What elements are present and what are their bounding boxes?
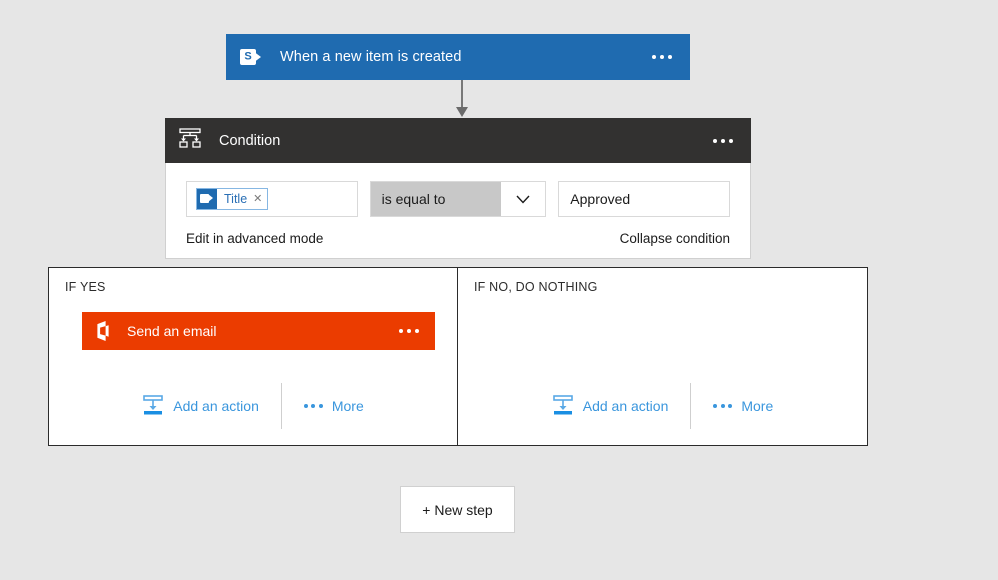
branch-actions: Add an action More — [49, 383, 457, 429]
condition-footer: Edit in advanced mode Collapse condition — [186, 217, 730, 258]
add-an-action-label: Add an action — [582, 398, 669, 414]
condition-title: Condition — [219, 132, 281, 149]
more-label: More — [741, 398, 774, 414]
collapse-condition-link[interactable]: Collapse condition — [620, 231, 730, 246]
ellipsis-icon — [303, 404, 323, 408]
condition-card: Condition Title ✕ is equal to Approved E… — [165, 118, 751, 259]
branch-title: IF NO, DO NOTHING — [474, 280, 598, 294]
branch-if-no: IF NO, DO NOTHING Add an action More — [458, 268, 867, 445]
sharepoint-icon — [197, 189, 217, 209]
more-label: More — [331, 398, 364, 414]
branch-actions: Add an action More — [458, 383, 867, 429]
add-an-action-button[interactable]: Add an action — [120, 390, 281, 423]
close-icon[interactable]: ✕ — [253, 193, 262, 205]
add-an-action-button[interactable]: Add an action — [530, 390, 691, 423]
insert-action-icon — [142, 394, 164, 419]
insert-action-icon — [552, 394, 574, 419]
chevron-down-icon[interactable] — [501, 182, 546, 216]
action-card-send-email[interactable]: Send an email — [82, 312, 435, 350]
ellipsis-icon[interactable] — [397, 323, 421, 339]
more-button[interactable]: More — [282, 394, 386, 418]
operator-value: is equal to — [370, 182, 502, 216]
action-card-label: Send an email — [127, 323, 217, 339]
condition-branch-icon — [179, 128, 201, 153]
ellipsis-icon[interactable] — [711, 133, 735, 149]
field-token[interactable]: Title ✕ — [196, 188, 269, 210]
down-arrow-connector-icon — [456, 80, 468, 117]
new-step-button[interactable]: + New step — [400, 486, 515, 533]
branch-title: IF YES — [65, 280, 106, 294]
operator-dropdown[interactable]: is equal to — [369, 181, 547, 217]
condition-header[interactable]: Condition — [165, 118, 751, 163]
condition-value-input[interactable]: Approved — [558, 181, 730, 217]
condition-row: Title ✕ is equal to Approved — [186, 181, 730, 217]
branch-container: IF YES Send an email Add an action More … — [48, 267, 868, 446]
trigger-card-sharepoint[interactable]: When a new item is created — [226, 34, 690, 80]
sharepoint-icon — [240, 47, 262, 67]
field-token-label: Title — [224, 192, 248, 206]
ellipsis-icon[interactable] — [650, 49, 674, 65]
trigger-title: When a new item is created — [280, 49, 462, 65]
add-an-action-label: Add an action — [173, 398, 259, 414]
connector-arrow — [455, 80, 469, 118]
edit-advanced-mode-link[interactable]: Edit in advanced mode — [186, 231, 323, 246]
office-365-outlook-icon — [94, 321, 112, 341]
branch-if-yes: IF YES Send an email Add an action More — [49, 268, 458, 445]
condition-field-input[interactable]: Title ✕ — [186, 181, 358, 217]
ellipsis-icon — [713, 404, 733, 408]
more-button[interactable]: More — [691, 394, 795, 418]
condition-body: Title ✕ is equal to Approved Edit in adv… — [165, 163, 751, 259]
flow-designer-canvas: When a new item is created — [0, 0, 998, 580]
